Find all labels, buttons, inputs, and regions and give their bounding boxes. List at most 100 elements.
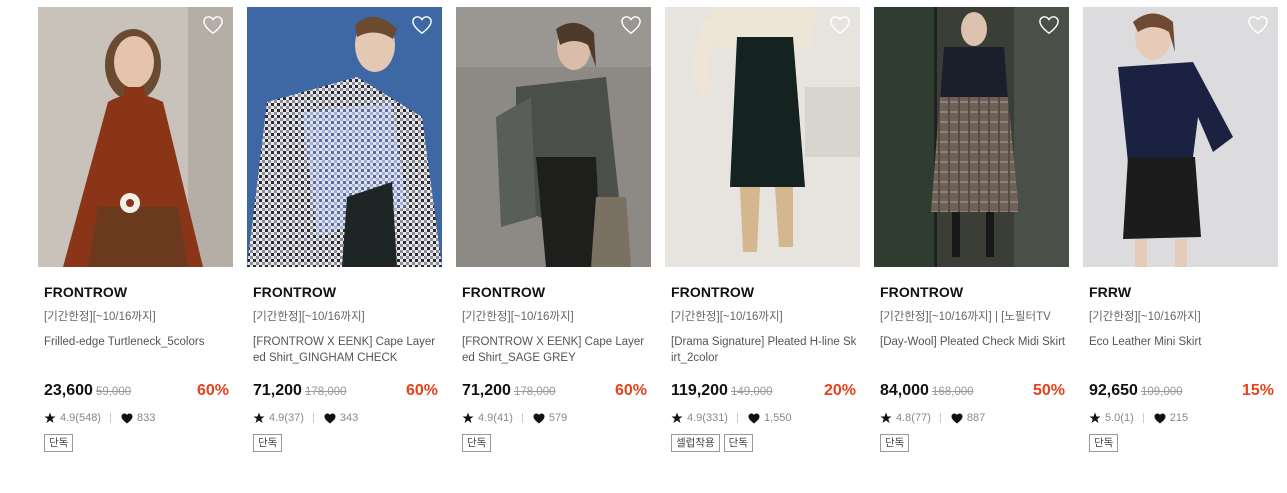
tag-badge: 단독 (723, 434, 753, 452)
heart-filled-icon (533, 413, 545, 423)
rating-text: 4.9(41) (478, 412, 513, 424)
product-name[interactable]: [FRONTROW X EENK] Cape Layered Shirt_SAG… (462, 334, 648, 368)
product-card[interactable]: FRRW [기간한정][~10/16까지] Eco Leather Mini S… (1083, 7, 1278, 477)
product-photo (247, 7, 442, 267)
product-stats: 5.0(1) 215 (1089, 410, 1272, 426)
original-price: 168,000 (931, 386, 974, 398)
brand-name[interactable]: FRRW (1089, 283, 1272, 301)
discount-rate: 60% (614, 382, 647, 399)
rating-text: 4.9(331) (687, 412, 728, 424)
product-name[interactable]: [Drama Signature] Pleated H-line Skirt_2… (671, 334, 857, 368)
heart-filled-icon (1154, 413, 1166, 423)
product-image[interactable] (247, 7, 442, 267)
product-image[interactable] (665, 7, 860, 267)
like-count: 833 (136, 412, 156, 424)
tag-list: 단독 (880, 434, 1063, 452)
promo-text: [기간한정][~10/16까지] (1089, 311, 1201, 323)
sale-price: 71,200 (462, 382, 511, 399)
product-card[interactable]: FRONTROW [기간한정][~10/16까지] | [노필터TV [Day-… (874, 7, 1069, 477)
tag-list: 셀럽착용 단독 (671, 434, 854, 452)
price-row: 92,650 109,000 15% (1089, 380, 1274, 402)
brand-name[interactable]: FRONTROW (671, 283, 854, 301)
product-image[interactable] (1083, 7, 1278, 267)
divider (312, 413, 314, 423)
product-name[interactable]: [FRONTROW X EENK] Cape Layered Shirt_GIN… (253, 334, 439, 368)
promo-text: [기간한정][~10/16까지] (253, 311, 365, 323)
like-count: 579 (548, 412, 568, 424)
brand-name[interactable]: FRONTROW (253, 283, 436, 301)
tag-list: 단독 (462, 434, 645, 452)
price-row: 71,200 178,000 60% (462, 380, 647, 402)
product-name[interactable]: Frilled-edge Turtleneck_5colors (44, 334, 230, 368)
product-card[interactable]: FRONTROW [기간한정][~10/16까지] Frilled-edge T… (38, 7, 233, 477)
wishlist-heart-icon[interactable] (1038, 15, 1060, 35)
product-stats: 4.9(41) 579 (462, 410, 645, 426)
star-icon (671, 412, 683, 423)
discount-rate: 60% (196, 382, 229, 399)
product-image[interactable] (874, 7, 1069, 267)
like-count: 1,550 (763, 412, 792, 424)
original-price: 109,000 (1140, 386, 1183, 398)
tag-badge: 단독 (880, 434, 910, 452)
star-icon (1089, 412, 1101, 423)
like-count: 215 (1169, 412, 1189, 424)
rating-text: 4.9(548) (60, 412, 101, 424)
heart-filled-icon (121, 413, 133, 423)
wishlist-heart-icon[interactable] (620, 15, 642, 35)
tag-list: 단독 (253, 434, 436, 452)
product-stats: 4.9(37) 343 (253, 410, 436, 426)
brand-name[interactable]: FRONTROW (880, 283, 1063, 301)
divider (1142, 413, 1144, 423)
product-image[interactable] (38, 7, 233, 267)
product-name[interactable]: [Day-Wool] Pleated Check Midi Skirt (880, 334, 1066, 368)
brand-name[interactable]: FRONTROW (44, 283, 227, 301)
original-price: 178,000 (513, 386, 556, 398)
product-name[interactable]: Eco Leather Mini Skirt (1089, 334, 1275, 368)
wishlist-heart-icon[interactable] (411, 15, 433, 35)
wishlist-heart-icon[interactable] (1247, 15, 1269, 35)
rating-text: 4.8(77) (896, 412, 931, 424)
original-price: 178,000 (304, 386, 347, 398)
discount-rate: 50% (1032, 382, 1065, 399)
sale-price: 23,600 (44, 382, 93, 399)
product-card[interactable]: FRONTROW [기간한정][~10/16까지] [FRONTROW X EE… (247, 7, 442, 477)
sale-price: 84,000 (880, 382, 929, 399)
promo-text: [기간한정][~10/16까지] (44, 311, 156, 323)
sale-price: 92,650 (1089, 382, 1138, 399)
wishlist-heart-icon[interactable] (829, 15, 851, 35)
tag-badge: 단독 (44, 434, 74, 452)
promo-text: [기간한정][~10/16까지] (462, 311, 574, 323)
like-count: 343 (339, 412, 359, 424)
product-stats: 4.8(77) 887 (880, 410, 1063, 426)
wishlist-heart-icon[interactable] (202, 15, 224, 35)
price-row: 71,200 178,000 60% (253, 380, 438, 402)
tag-list: 단독 (1089, 434, 1272, 452)
heart-filled-icon (324, 413, 336, 423)
tag-badge: 단독 (253, 434, 283, 452)
brand-name[interactable]: FRONTROW (462, 283, 645, 301)
product-stats: 4.9(331) 1,550 (671, 410, 854, 426)
promo-text: [기간한정][~10/16까지] (671, 311, 783, 323)
original-price: 59,000 (95, 386, 132, 398)
product-photo (38, 7, 233, 267)
discount-rate: 15% (1241, 382, 1274, 399)
product-stats: 4.9(548) 833 (44, 410, 227, 426)
divider (736, 413, 738, 423)
product-grid: FRONTROW [기간한정][~10/16까지] Frilled-edge T… (38, 7, 1287, 493)
product-photo (456, 7, 651, 267)
rating-text: 5.0(1) (1105, 412, 1134, 424)
original-price: 149,000 (730, 386, 773, 398)
star-icon (44, 412, 56, 423)
product-photo (665, 7, 860, 267)
divider (521, 413, 523, 423)
tag-list: 단독 (44, 434, 227, 452)
price-row: 23,600 59,000 60% (44, 380, 229, 402)
product-card[interactable]: FRONTROW [기간한정][~10/16까지] [Drama Signatu… (665, 7, 860, 477)
rating-text: 4.9(37) (269, 412, 304, 424)
product-photo (874, 7, 1069, 267)
tag-badge: 단독 (462, 434, 492, 452)
product-card[interactable]: FRONTROW [기간한정][~10/16까지] [FRONTROW X EE… (456, 7, 651, 477)
product-image[interactable] (456, 7, 651, 267)
sale-price: 71,200 (253, 382, 302, 399)
like-count: 887 (966, 412, 986, 424)
